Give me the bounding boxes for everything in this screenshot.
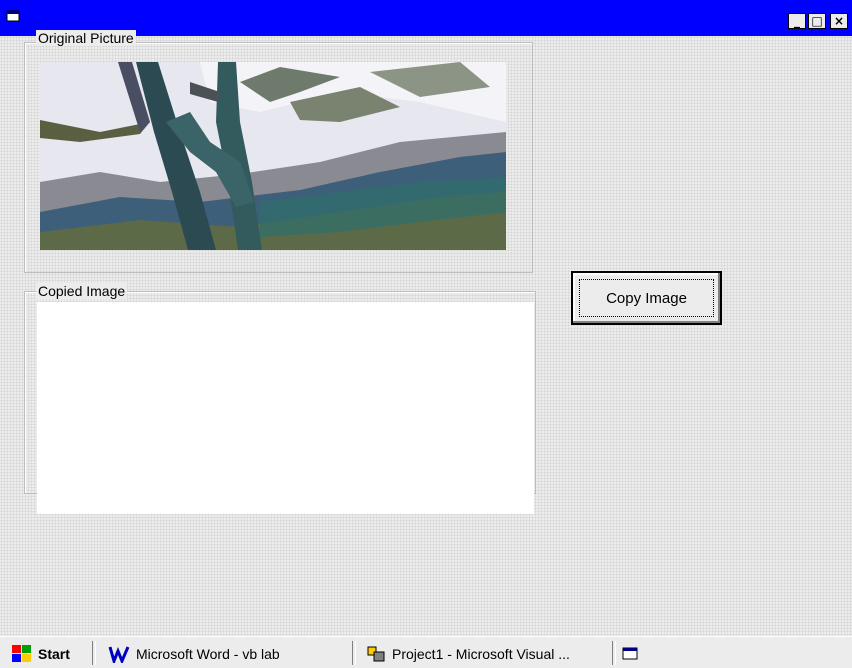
taskbar-item-vb-project-label: Project1 - Microsoft Visual ... (392, 646, 570, 662)
taskbar-separator (352, 641, 356, 665)
start-button[interactable]: Start (12, 643, 70, 665)
vb-project-icon (367, 646, 385, 662)
maximize-icon: □ (811, 14, 823, 28)
close-icon: × (833, 14, 845, 28)
form-icon (6, 10, 20, 22)
maximize-button[interactable]: □ (808, 13, 826, 29)
start-label: Start (38, 646, 70, 662)
copied-image-label: Copied Image (36, 283, 128, 299)
word-icon (108, 646, 130, 663)
original-picture (40, 62, 506, 250)
focus-rectangle (579, 279, 714, 317)
minimize-icon: _ (794, 14, 800, 28)
taskbar: Start Microsoft Word - vb lab Project1 -… (0, 636, 852, 668)
taskbar-item-form[interactable] (622, 643, 646, 665)
taskbar-item-vb-project[interactable]: Project1 - Microsoft Visual ... (366, 643, 570, 665)
original-picture-label: Original Picture (36, 30, 136, 46)
taskbar-item-word[interactable]: Microsoft Word - vb lab (108, 643, 280, 665)
taskbar-separator (612, 641, 616, 665)
windows-logo-icon (12, 645, 31, 662)
copied-image-box (37, 302, 534, 514)
copy-image-button[interactable]: Copy Image (571, 271, 722, 325)
minimize-button[interactable]: _ (788, 13, 806, 29)
taskbar-separator (92, 641, 96, 665)
form-window-icon (622, 647, 638, 660)
close-button[interactable]: × (830, 13, 848, 29)
landscape-image (40, 62, 506, 250)
taskbar-item-word-label: Microsoft Word - vb lab (136, 646, 280, 662)
